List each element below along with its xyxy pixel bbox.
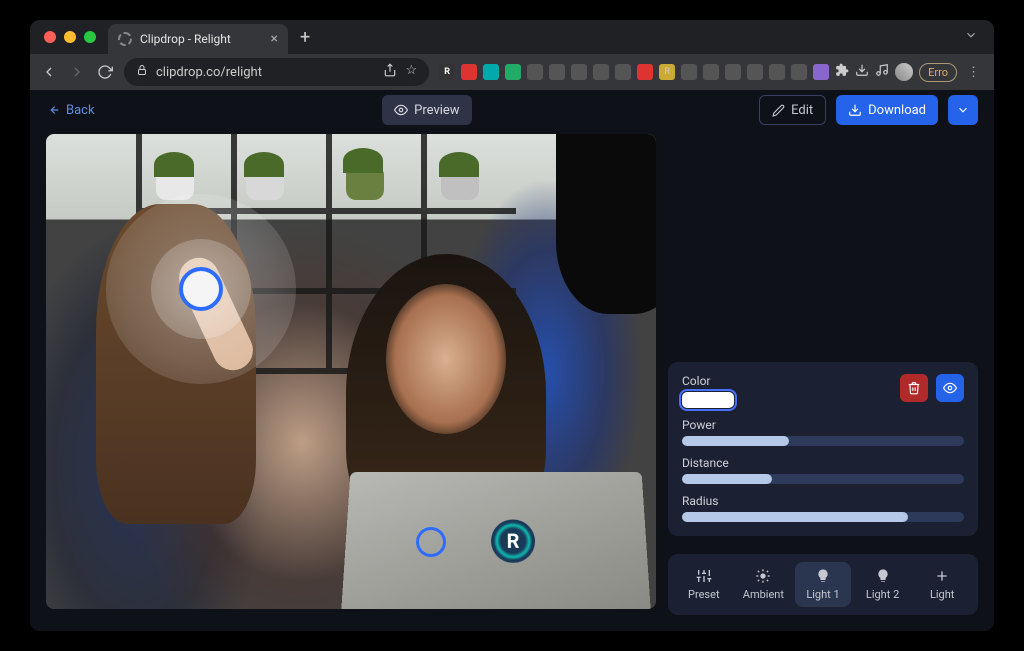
- edit-button[interactable]: Edit: [759, 95, 826, 125]
- extension-icon[interactable]: [505, 64, 521, 80]
- favicon-icon: [118, 32, 132, 46]
- extension-icon[interactable]: [637, 64, 653, 80]
- power-label: Power: [682, 418, 964, 432]
- extension-icon[interactable]: [483, 64, 499, 80]
- bulb-icon: [815, 568, 831, 584]
- browser-tab[interactable]: Clipdrop - Relight ×: [108, 24, 288, 54]
- toggle-visibility-button[interactable]: [936, 374, 964, 402]
- extension-icon[interactable]: [747, 64, 763, 80]
- extension-icon[interactable]: [769, 64, 785, 80]
- app-header: Back Preview Edit Download: [30, 90, 994, 130]
- browser-toolbar: clipdrop.co/relight ☆ R R: [30, 54, 994, 90]
- color-swatch[interactable]: [682, 392, 734, 408]
- tab-light-2[interactable]: Light 2: [855, 562, 911, 607]
- extension-icon[interactable]: R: [439, 64, 455, 80]
- browser-menu-button[interactable]: ⋮: [963, 65, 984, 80]
- download-options-button[interactable]: [948, 95, 978, 125]
- back-button[interactable]: Back: [46, 103, 95, 118]
- sun-icon: [755, 568, 771, 584]
- extension-icon[interactable]: [813, 64, 829, 80]
- image-canvas[interactable]: R: [46, 134, 656, 609]
- extension-icon[interactable]: [527, 64, 543, 80]
- tab-strip: Clipdrop - Relight × +: [30, 20, 994, 54]
- extension-icon[interactable]: [725, 64, 741, 80]
- light-1-core[interactable]: [179, 267, 223, 311]
- share-icon[interactable]: [383, 63, 397, 81]
- minimize-window-button[interactable]: [64, 31, 76, 43]
- tab-light-1[interactable]: Light 1: [795, 562, 851, 607]
- browser-window: Clipdrop - Relight × + clipdrop.co/relig…: [30, 20, 994, 631]
- eye-icon: [943, 381, 957, 395]
- tab-ambient[interactable]: Ambient: [736, 562, 792, 607]
- nav-back-button[interactable]: [40, 63, 58, 81]
- tab-preset[interactable]: Preset: [676, 562, 732, 607]
- tab-light[interactable]: Light: [914, 562, 970, 607]
- radius-label: Radius: [682, 494, 964, 508]
- url-text: clipdrop.co/relight: [156, 65, 262, 80]
- radius-slider[interactable]: [682, 512, 964, 522]
- laptop: R: [341, 472, 650, 609]
- trash-icon: [907, 381, 921, 395]
- light-tabs: PresetAmbientLight 1Light 2Light: [668, 554, 978, 615]
- error-badge[interactable]: Erro: [919, 63, 957, 82]
- light-1-handle[interactable]: [106, 194, 296, 384]
- extensions-tray: R R: [439, 63, 984, 82]
- sliders-icon: [696, 568, 712, 584]
- power-slider[interactable]: [682, 436, 964, 446]
- reload-button[interactable]: [96, 63, 114, 81]
- edit-label: Edit: [791, 103, 813, 118]
- back-label: Back: [66, 103, 95, 118]
- bulb-icon: [875, 568, 891, 584]
- main-area: R Color: [30, 130, 994, 631]
- profile-avatar[interactable]: [895, 63, 913, 81]
- preview-label: Preview: [414, 103, 459, 118]
- preview-button[interactable]: Preview: [382, 95, 471, 125]
- extension-icon[interactable]: [791, 64, 807, 80]
- light-settings-panel: Color Power: [668, 362, 978, 536]
- extension-icon[interactable]: [571, 64, 587, 80]
- right-column: Color Power: [668, 130, 978, 615]
- bookmark-icon[interactable]: ☆: [405, 63, 417, 81]
- nav-forward-button[interactable]: [68, 63, 86, 81]
- laptop-sticker: R: [491, 519, 535, 562]
- tabs-menu-button[interactable]: [964, 28, 984, 46]
- extension-icon[interactable]: [681, 64, 697, 80]
- extensions-menu-icon[interactable]: [835, 63, 849, 81]
- new-tab-button[interactable]: +: [294, 27, 316, 48]
- eye-icon: [394, 103, 408, 117]
- distance-label: Distance: [682, 456, 964, 470]
- delete-light-button[interactable]: [900, 374, 928, 402]
- light-2-handle[interactable]: [416, 527, 446, 557]
- traffic-lights: [40, 31, 102, 43]
- lock-icon: [136, 64, 148, 80]
- close-tab-button[interactable]: ×: [271, 31, 278, 47]
- chevron-down-icon: [956, 103, 970, 117]
- app-content: Back Preview Edit Download: [30, 90, 994, 631]
- address-bar[interactable]: clipdrop.co/relight ☆: [124, 58, 429, 86]
- download-label: Download: [868, 103, 926, 118]
- download-icon: [848, 103, 862, 117]
- color-label: Color: [682, 374, 892, 388]
- extension-icon[interactable]: [593, 64, 609, 80]
- extension-icon[interactable]: [615, 64, 631, 80]
- extension-icon[interactable]: R: [659, 64, 675, 80]
- extension-icon[interactable]: [703, 64, 719, 80]
- close-window-button[interactable]: [44, 31, 56, 43]
- plus-icon: [934, 568, 950, 584]
- maximize-window-button[interactable]: [84, 31, 96, 43]
- music-icon[interactable]: [875, 63, 889, 81]
- tab-title: Clipdrop - Relight: [140, 32, 263, 46]
- pencil-icon: [772, 104, 785, 117]
- download-icon[interactable]: [855, 63, 869, 81]
- extension-icon[interactable]: [461, 64, 477, 80]
- extension-icon[interactable]: [549, 64, 565, 80]
- distance-slider[interactable]: [682, 474, 964, 484]
- download-button[interactable]: Download: [836, 95, 938, 125]
